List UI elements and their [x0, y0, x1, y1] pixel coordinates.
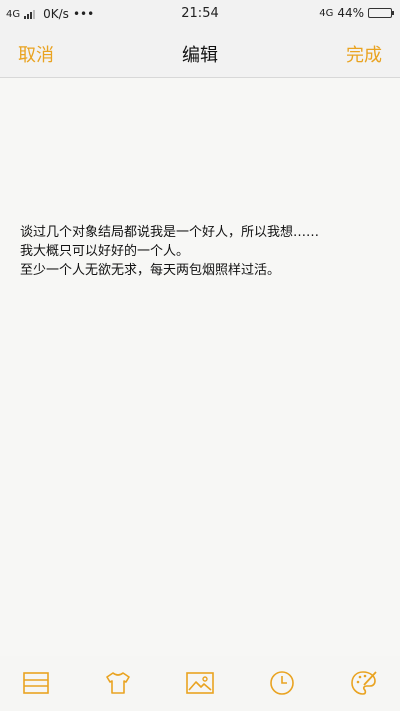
battery-icon — [368, 8, 394, 18]
reminder-button[interactable] — [268, 670, 296, 696]
note-line-3: 至少一个人无欲无求，每天两包烟照样过活。 — [20, 263, 281, 278]
list-button[interactable] — [22, 670, 50, 696]
note-text[interactable]: 谈过几个对象结局都说我是一个好人，所以我想…… 我大概只可以好好的一个人。 至少… — [20, 223, 319, 280]
bottom-toolbar — [0, 656, 400, 711]
style-button[interactable] — [104, 670, 132, 696]
shirt-icon — [106, 672, 130, 694]
palette-icon — [351, 671, 377, 695]
paint-button[interactable] — [350, 670, 378, 696]
image-button[interactable] — [186, 670, 214, 696]
image-icon — [186, 672, 214, 694]
battery-percent: 44% — [337, 6, 364, 20]
list-icon — [23, 672, 49, 694]
clock-icon — [270, 671, 294, 695]
screen: 4G 0K/s ••• 21:54 4G 44% 取消 编辑 完成 谈过几个对象… — [0, 0, 400, 711]
network-type-right: 4G — [319, 7, 334, 19]
done-button[interactable]: 完成 — [346, 41, 382, 67]
note-line-1: 谈过几个对象结局都说我是一个好人，所以我想…… — [20, 225, 320, 240]
nav-bar: 取消 编辑 完成 — [0, 28, 400, 78]
note-line-2: 我大概只可以好好的一个人。 — [20, 244, 190, 259]
status-right: 4G 44% — [319, 6, 394, 20]
page-title: 编辑 — [182, 45, 218, 66]
note-editor[interactable]: 谈过几个对象结局都说我是一个好人，所以我想…… 我大概只可以好好的一个人。 至少… — [0, 78, 400, 656]
status-bar: 4G 0K/s ••• 21:54 4G 44% — [0, 0, 400, 28]
